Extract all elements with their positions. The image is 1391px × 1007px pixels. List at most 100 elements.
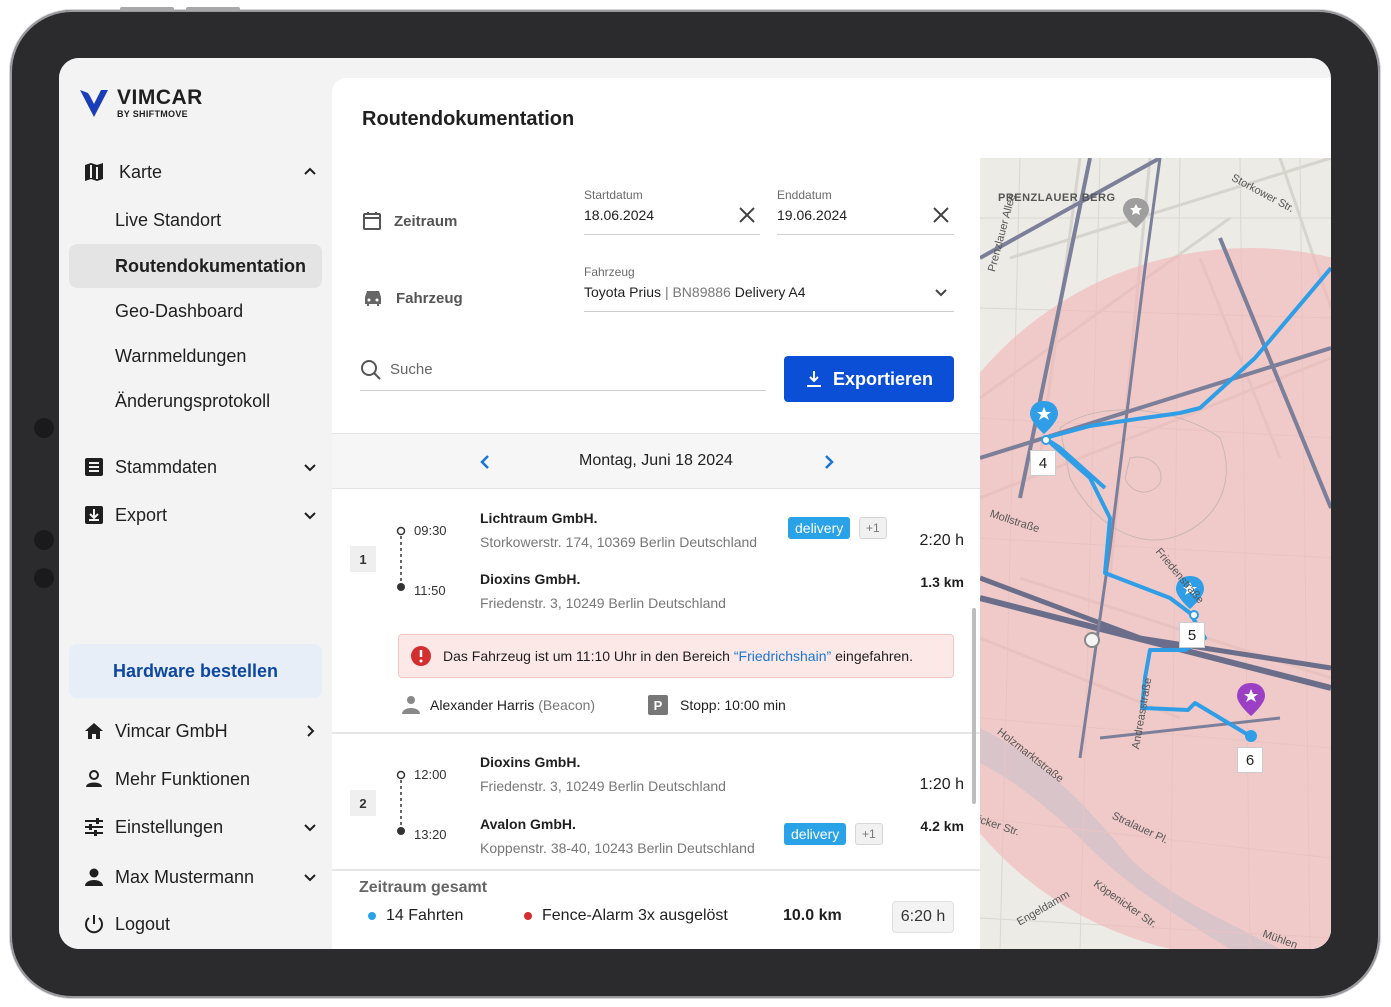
day-label: Montag, Juni 18 2024 — [579, 452, 733, 469]
driver-note: (Beacon) — [538, 697, 596, 713]
to-company: Avalon GmbH. — [480, 816, 576, 832]
fence-alert[interactable]: Das Fahrzeug ist um 11:10 Uhr in den Ber… — [398, 634, 954, 678]
marker-label-5[interactable]: 5 — [1179, 622, 1205, 648]
nav-user[interactable]: Max Mustermann — [59, 855, 332, 899]
chevron-down-icon — [304, 824, 316, 832]
sensor-dot — [34, 568, 54, 588]
from-address: Friedenstr. 3, 10249 Berlin Deutschland — [480, 778, 726, 794]
nav-logout[interactable]: Logout — [59, 902, 332, 946]
sub-item-routendokumentation[interactable]: Routendokumentation — [69, 244, 322, 288]
brand-sub: BY SHIFTMOVE — [117, 109, 188, 119]
clear-icon[interactable] — [932, 206, 950, 224]
nav-export[interactable]: Export — [59, 493, 332, 537]
sidebar: VIMCAR BY SHIFTMOVE Karte Live Standort … — [59, 58, 332, 949]
export-button-label: Exportieren — [832, 368, 934, 389]
chevron-right-icon[interactable] — [819, 452, 839, 472]
roundabout — [1084, 632, 1100, 648]
nav-more-label: Mehr Funktionen — [115, 768, 251, 789]
clear-icon[interactable] — [738, 206, 756, 224]
chevron-down-icon — [304, 874, 316, 882]
more-tags-badge[interactable]: +1 — [855, 823, 883, 845]
sliders-icon — [83, 816, 105, 838]
nav-stammdaten[interactable]: Stammdaten — [59, 445, 332, 489]
fahrzeug-label-text: Fahrzeug — [396, 289, 463, 307]
list-icon — [83, 456, 105, 478]
stop-duration: Stopp: 10:00 min — [680, 697, 786, 713]
sub-item-warnmeldungen[interactable]: Warnmeldungen — [69, 334, 322, 378]
route-map[interactable]: PRENZLAUER BERG Prenzlauer Allee Storkow… — [980, 158, 1331, 949]
startdatum-value: 18.06.2024 — [584, 207, 655, 223]
sub-item-live-standort[interactable]: Live Standort — [69, 198, 322, 242]
nav-logout-label: Logout — [115, 913, 171, 934]
search-icon — [361, 359, 381, 380]
delivery-tag[interactable]: delivery — [788, 517, 851, 539]
search-input[interactable]: Suche — [360, 349, 766, 391]
end-time: 13:20 — [414, 827, 447, 842]
summary-bar: Zeitraum gesamt 14 Fahrten Fence-Alarm 3… — [332, 869, 980, 949]
start-time: 12:00 — [414, 767, 447, 782]
nav-company[interactable]: Vimcar GmbH — [59, 709, 332, 753]
person-icon — [83, 866, 105, 888]
summary-trips: 14 Fahrten — [368, 907, 463, 925]
trip-duration: 1:20 h — [919, 776, 964, 793]
marker-label-4[interactable]: 4 — [1030, 450, 1056, 476]
power-icon — [83, 913, 105, 935]
calendar-icon — [363, 212, 381, 230]
nav-karte[interactable]: Karte — [59, 150, 332, 194]
nav-more[interactable]: Mehr Funktionen — [59, 757, 332, 801]
summary-trips-text: 14 Fahrten — [386, 907, 464, 924]
nav-user-label: Max Mustermann — [115, 866, 255, 887]
vehicle-desc: Delivery A4 — [734, 284, 806, 300]
summary-time: 6:20 h — [892, 901, 954, 933]
trip-row[interactable]: 1 09:30 11:50 Lichtraum GmbH. Storkowers… — [332, 489, 980, 732]
camera-dot — [34, 418, 54, 438]
to-address: Koppenstr. 38-40, 10243 Berlin Deutschla… — [480, 840, 755, 856]
map-icon — [83, 161, 105, 183]
export-button[interactable]: Exportieren — [784, 356, 954, 402]
stop-info: P Stopp: 10:00 min — [648, 695, 786, 715]
hardware-bestellen-button[interactable]: Hardware bestellen — [69, 644, 322, 698]
top-button-2 — [186, 7, 240, 11]
to-company: Dioxins GmbH. — [480, 571, 581, 587]
from-company: Lichtraum GmbH. — [480, 510, 598, 526]
fahrzeug-label: Fahrzeug — [362, 288, 463, 308]
alert-area-link[interactable]: “Friedrichshain” — [734, 648, 831, 664]
trip-row[interactable]: 2 12:00 13:20 Dioxins GmbH. Friedenstr. … — [332, 734, 980, 869]
startdatum-field[interactable]: Startdatum 18.06.2024 — [584, 188, 760, 235]
nav-company-label: Vimcar GmbH — [115, 720, 228, 741]
chevron-up-icon — [304, 167, 316, 175]
trip-number: 1 — [350, 546, 376, 572]
trip-number: 2 — [350, 790, 376, 816]
chevron-right-icon — [307, 725, 315, 737]
vehicle-separator: | — [664, 284, 669, 300]
alert-text-end: eingefahren. — [835, 648, 913, 664]
sub-item-geo-dashboard[interactable]: Geo-Dashboard — [69, 289, 322, 333]
driver-name: Alexander Harris — [430, 697, 535, 713]
enddatum-caption: Enddatum — [777, 188, 832, 202]
fahrzeug-select[interactable]: Fahrzeug Toyota Prius | BN89886 Delivery… — [584, 265, 954, 312]
search-placeholder: Suche — [390, 361, 433, 378]
vimcar-logo-icon — [80, 90, 108, 117]
timeline-icon — [396, 526, 406, 591]
person-outline-icon — [83, 768, 105, 790]
start-time: 09:30 — [414, 523, 447, 538]
alarm-dot-icon — [524, 912, 532, 920]
more-tags-badge[interactable]: +1 — [859, 517, 887, 539]
delivery-tag[interactable]: delivery — [784, 823, 847, 845]
page-title: Routendokumentation — [362, 108, 575, 130]
scrollbar[interactable] — [972, 608, 976, 804]
sub-item-aenderungsprotokoll[interactable]: Änderungsprotokoll — [69, 379, 322, 423]
nav-export-label: Export — [115, 504, 168, 525]
chevron-down-icon — [304, 512, 316, 520]
nav-settings[interactable]: Einstellungen — [59, 805, 332, 849]
enddatum-field[interactable]: Enddatum 19.06.2024 — [777, 188, 954, 235]
marker-label-6[interactable]: 6 — [1237, 747, 1263, 773]
brand-logo[interactable]: VIMCAR BY SHIFTMOVE — [79, 86, 203, 120]
end-time: 11:50 — [414, 583, 446, 598]
fahrzeug-value: Toyota Prius | BN89886 Delivery A4 — [584, 284, 806, 300]
nav-stammdaten-label: Stammdaten — [115, 456, 218, 477]
startdatum-caption: Startdatum — [584, 188, 643, 202]
driver-info: Alexander Harris (Beacon) — [400, 695, 595, 715]
summary-distance: 10.0 km — [783, 907, 842, 924]
zeitraum-label-text: Zeitraum — [394, 212, 458, 230]
